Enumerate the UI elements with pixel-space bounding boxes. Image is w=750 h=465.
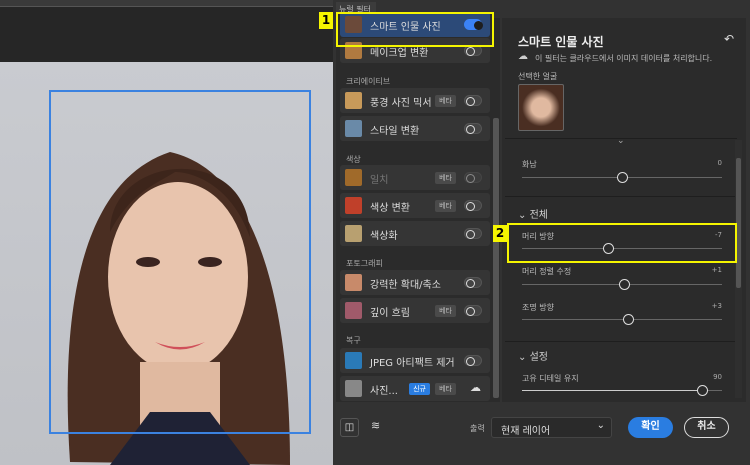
thumbnail bbox=[345, 380, 362, 397]
cloud-download-icon[interactable]: ☁ bbox=[470, 381, 481, 394]
light-direction-slider[interactable] bbox=[522, 314, 722, 325]
filter-label: JPEG 아티팩트 제거 bbox=[370, 358, 455, 369]
filter-label: 풍경 사진 믹서 bbox=[370, 98, 432, 109]
slider-value: 0 bbox=[717, 159, 722, 167]
toggle[interactable] bbox=[464, 200, 482, 211]
section-restoration: 복구 bbox=[346, 336, 361, 345]
toggle[interactable] bbox=[464, 123, 482, 134]
section-creative: 크리에이티브 bbox=[346, 77, 391, 86]
toggle[interactable] bbox=[464, 305, 482, 316]
beta-badge: 베타 bbox=[435, 305, 456, 317]
slider-value: 90 bbox=[713, 373, 722, 381]
anger-slider[interactable] bbox=[522, 172, 722, 183]
slider-thumb[interactable] bbox=[619, 279, 630, 290]
section-label: 설정 bbox=[529, 352, 548, 363]
filter-label: 강력한 확대/축소 bbox=[370, 280, 441, 291]
slider-value: +3 bbox=[711, 302, 722, 310]
annotation-box-2 bbox=[507, 223, 737, 263]
filter-style-transfer[interactable]: 스타일 변환 bbox=[340, 116, 490, 141]
slider-label: 머리 정렬 수정 bbox=[522, 267, 572, 276]
filter-label: 색상 변환 bbox=[370, 203, 410, 214]
detail-preserve-slider[interactable] bbox=[522, 385, 722, 396]
slider-label: 화남 bbox=[522, 160, 537, 169]
cloud-icon: ☁ bbox=[518, 51, 528, 62]
canvas-top-area bbox=[0, 0, 333, 62]
filter-label: 스타일 변환 bbox=[370, 126, 420, 137]
toggle[interactable] bbox=[464, 172, 482, 183]
filter-label: 색상화 bbox=[370, 231, 398, 242]
face-thumbnail[interactable] bbox=[518, 84, 564, 131]
section-photography: 포토그래피 bbox=[346, 259, 383, 268]
thumbnail bbox=[345, 92, 362, 109]
head-alignment-slider[interactable] bbox=[522, 279, 722, 290]
beta-badge: 베타 bbox=[435, 383, 456, 395]
filter-landscape-mixer[interactable]: 풍경 사진 믹서 베타 bbox=[340, 88, 490, 113]
reset-icon[interactable]: ↶ bbox=[724, 32, 734, 46]
beta-badge: 베타 bbox=[435, 172, 456, 184]
slider-label: 고유 디테일 유지 bbox=[522, 374, 579, 383]
filter-color-transfer[interactable]: 색상 변환 베타 bbox=[340, 193, 490, 218]
filter-label: 깊이 흐림 bbox=[370, 308, 410, 319]
slider-value: +1 bbox=[711, 266, 722, 274]
filter-harmonization[interactable]: 일치 베타 bbox=[340, 165, 490, 190]
filter-jpeg-artifacts[interactable]: JPEG 아티팩트 제거 bbox=[340, 348, 490, 373]
slider-thumb[interactable] bbox=[617, 172, 628, 183]
slider-thumb[interactable] bbox=[697, 385, 708, 396]
layers-icon[interactable]: ≋ bbox=[371, 419, 380, 432]
section-overall[interactable]: ⌄ 전체 bbox=[518, 206, 548, 221]
ruler bbox=[0, 0, 333, 7]
section-color: 색상 bbox=[346, 155, 361, 164]
output-label: 출력 bbox=[470, 424, 485, 433]
chevron-down-icon: ⌄ bbox=[518, 352, 530, 363]
filter-depth-blur[interactable]: 깊이 흐림 베타 bbox=[340, 298, 490, 323]
chevron-down-icon: ⌄ bbox=[518, 210, 530, 221]
annotation-label-2: 2 bbox=[493, 225, 507, 242]
filter-list-scrollbar[interactable] bbox=[492, 18, 500, 402]
thumbnail bbox=[345, 197, 362, 214]
filter-label: 일치 bbox=[370, 175, 389, 186]
toggle[interactable] bbox=[464, 355, 482, 366]
toggle[interactable] bbox=[464, 95, 482, 106]
thumbnail bbox=[345, 169, 362, 186]
thumbnail bbox=[345, 302, 362, 319]
slider-thumb[interactable] bbox=[623, 314, 634, 325]
annotation-box-1 bbox=[336, 12, 494, 47]
thumbnail bbox=[345, 225, 362, 242]
chevron-down-icon: ⌄ bbox=[596, 420, 605, 431]
thumbnail bbox=[345, 352, 362, 369]
filter-colorize[interactable]: 색상화 bbox=[340, 221, 490, 246]
filter-label: 사진... bbox=[370, 386, 398, 397]
slider-label: 조명 방향 bbox=[522, 303, 554, 312]
new-badge: 신규 bbox=[409, 383, 430, 395]
beta-badge: 베타 bbox=[435, 95, 456, 107]
thumbnail bbox=[345, 120, 362, 137]
thumbnail bbox=[345, 274, 362, 291]
filter-title: 스마트 인물 사진 bbox=[518, 35, 604, 49]
filter-super-zoom[interactable]: 강력한 확대/축소 bbox=[340, 270, 490, 295]
annotation-label-1: 1 bbox=[319, 12, 333, 29]
beta-badge: 베타 bbox=[435, 200, 456, 212]
toggle[interactable] bbox=[464, 228, 482, 239]
section-settings[interactable]: ⌄ 설정 bbox=[518, 348, 548, 363]
cloud-note: 이 필터는 클라우드에서 이미지 데이터를 처리합니다. bbox=[535, 54, 713, 63]
ok-button[interactable]: 확인 bbox=[628, 417, 673, 438]
filter-list: 스마트 인물 사진 메이크업 변환 크리에이티브 풍경 사진 믹서 베타 스타일 … bbox=[336, 12, 492, 402]
section-label: 전체 bbox=[529, 210, 548, 221]
settings-scrollbar[interactable] bbox=[735, 140, 742, 398]
selected-face-label: 선택한 얼굴 bbox=[518, 72, 558, 81]
chevron-down-icon[interactable]: ⌄ bbox=[617, 136, 625, 146]
cancel-button[interactable]: 취소 bbox=[684, 417, 729, 438]
compare-icon[interactable]: ◫ bbox=[340, 418, 359, 437]
filter-photo-restoration[interactable]: 사진... 신규 베타 ☁ bbox=[340, 376, 490, 401]
output-value: 현재 레이어 bbox=[501, 426, 551, 437]
face-selection-box bbox=[49, 90, 311, 434]
output-select[interactable]: 현재 레이어 ⌄ bbox=[491, 417, 612, 438]
toggle[interactable] bbox=[464, 277, 482, 288]
